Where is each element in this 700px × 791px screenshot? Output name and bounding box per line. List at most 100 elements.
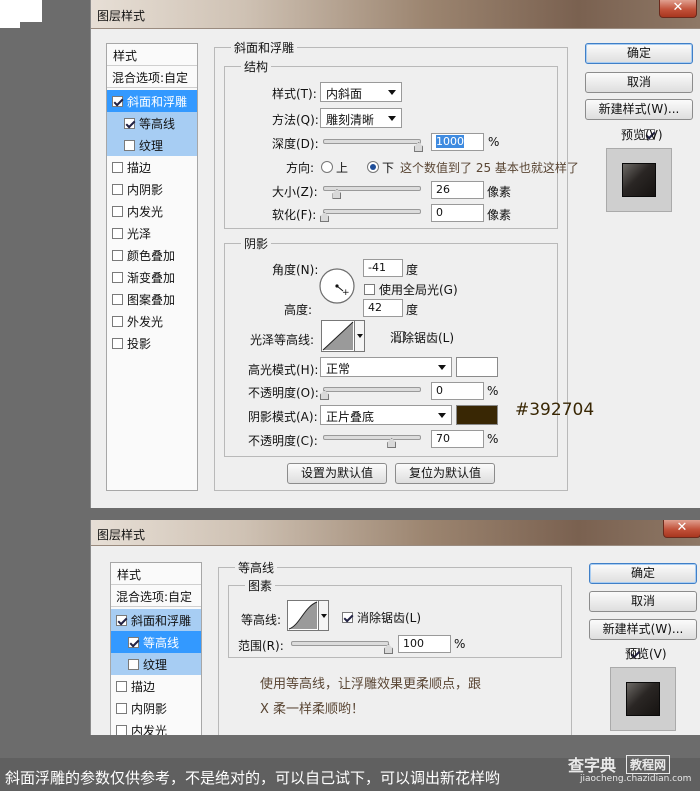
technique-select[interactable]: 雕刻清晰	[320, 108, 402, 128]
angle-dial[interactable]: +	[318, 267, 356, 305]
item-label: 投影	[127, 337, 152, 351]
checkbox[interactable]	[128, 659, 139, 670]
style-item-satin[interactable]: 光泽	[107, 222, 197, 244]
shadow-opacity-slider[interactable]	[323, 435, 421, 448]
checkbox[interactable]	[128, 637, 139, 648]
group-title: 阴影	[241, 235, 272, 252]
gloss-contour-label: 光泽等高线:	[250, 333, 315, 347]
ok-button[interactable]: 确定	[589, 563, 697, 584]
soften-slider[interactable]	[320, 209, 421, 222]
depth-value: 1000	[436, 135, 464, 148]
make-default-button[interactable]: 设置为默认值	[287, 463, 387, 484]
shadow-opacity-field[interactable]: 70	[431, 430, 484, 448]
global-light-checkbox[interactable]	[364, 284, 375, 295]
range-slider[interactable]	[291, 641, 393, 654]
style-item-texture[interactable]: 纹理	[107, 134, 197, 156]
checkbox[interactable]	[112, 294, 123, 305]
checkbox[interactable]	[116, 725, 127, 735]
highlight-opacity-slider[interactable]	[320, 387, 421, 400]
style-item-contour[interactable]: 等高线	[107, 112, 197, 134]
new-style-button[interactable]: 新建样式(W)...	[585, 99, 693, 120]
item-label: 内发光	[131, 724, 168, 735]
checkbox[interactable]	[112, 250, 123, 261]
altitude-field[interactable]: 42	[363, 299, 403, 317]
checkbox[interactable]	[112, 184, 123, 195]
styles-header: 样式	[107, 44, 197, 66]
direction-up-radio[interactable]	[321, 161, 333, 173]
highlight-opacity-field[interactable]: 0	[431, 382, 484, 400]
gloss-contour-dropdown[interactable]	[355, 320, 365, 352]
style-item-contour[interactable]: 等高线	[111, 631, 201, 653]
shadow-mode-select[interactable]: 正片叠底	[320, 405, 452, 425]
title-bar[interactable]: 图层样式 ✕	[91, 520, 700, 546]
direction-down-radio[interactable]	[367, 161, 379, 173]
checkbox[interactable]	[112, 338, 123, 349]
checkbox[interactable]	[116, 703, 127, 714]
shadow-color-swatch[interactable]	[456, 405, 498, 425]
depth-slider[interactable]	[323, 139, 424, 152]
group-title: 斜面和浮雕	[231, 39, 298, 56]
cancel-button[interactable]: 取消	[589, 591, 697, 612]
style-item-inner-glow[interactable]: 内发光	[107, 200, 197, 222]
new-style-button[interactable]: 新建样式(W)...	[589, 619, 697, 640]
direction-label: 方向:	[286, 161, 315, 175]
close-button[interactable]: ✕	[663, 520, 700, 538]
checkbox[interactable]	[112, 228, 123, 239]
ok-button[interactable]: 确定	[585, 43, 693, 64]
item-label: 内阴影	[131, 702, 168, 716]
checkbox[interactable]	[112, 316, 123, 327]
cancel-button[interactable]: 取消	[585, 72, 693, 93]
soften-field[interactable]: 0	[431, 204, 484, 222]
close-button[interactable]: ✕	[659, 0, 697, 18]
depth-field[interactable]: 1000	[431, 133, 484, 151]
group-title: 图素	[245, 577, 276, 594]
watermark-url: jiaocheng.chazidian.com	[580, 774, 692, 784]
contour-preview-icon	[288, 601, 318, 630]
watermark-brand: 查字典	[568, 756, 617, 775]
slider-thumb[interactable]	[332, 189, 342, 199]
style-item-texture[interactable]: 纹理	[111, 653, 201, 675]
style-item-inner-shadow[interactable]: 内阴影	[107, 178, 197, 200]
style-item-drop-shadow[interactable]: 投影	[107, 332, 197, 354]
style-item-bevel[interactable]: 斜面和浮雕	[111, 609, 201, 631]
title-bar[interactable]: 图层样式 ✕	[91, 0, 700, 29]
shadow-mode-label: 阴影模式(A):	[248, 410, 318, 424]
style-item-bevel[interactable]: 斜面和浮雕	[107, 90, 197, 112]
gloss-contour-picker[interactable]	[321, 320, 355, 352]
checkbox[interactable]	[124, 118, 135, 129]
style-item-stroke[interactable]: 描边	[107, 156, 197, 178]
checkbox[interactable]	[112, 162, 123, 173]
soften-label: 软化(F):	[272, 208, 317, 222]
style-preview	[610, 667, 676, 731]
contour-picker[interactable]	[287, 600, 319, 631]
style-item-gradient-overlay[interactable]: 渐变叠加	[107, 266, 197, 288]
reset-default-button[interactable]: 复位为默认值	[395, 463, 495, 484]
blend-options-item[interactable]: 混合选项:自定	[111, 585, 201, 607]
style-item-stroke[interactable]: 描边	[111, 675, 201, 697]
size-field[interactable]: 26	[431, 181, 484, 199]
size-slider[interactable]	[323, 186, 421, 199]
style-item-pattern-overlay[interactable]: 图案叠加	[107, 288, 197, 310]
highlight-mode-select[interactable]: 正常	[320, 357, 452, 377]
slider-thumb[interactable]	[387, 438, 397, 448]
checkbox[interactable]	[112, 272, 123, 283]
style-select[interactable]: 内斜面	[320, 82, 402, 102]
checkbox[interactable]	[116, 615, 127, 626]
highlight-color-swatch[interactable]	[456, 357, 498, 377]
angle-field[interactable]: -41	[363, 259, 403, 277]
unit: %	[488, 135, 500, 149]
range-field[interactable]: 100	[398, 635, 451, 653]
checkbox[interactable]	[112, 206, 123, 217]
checkbox[interactable]	[116, 681, 127, 692]
blend-options-item[interactable]: 混合选项:自定	[107, 66, 197, 88]
item-label: 渐变叠加	[127, 271, 176, 285]
style-item-outer-glow[interactable]: 外发光	[107, 310, 197, 332]
checkbox[interactable]	[124, 140, 135, 151]
antialias-checkbox[interactable]	[342, 612, 353, 623]
style-item-color-overlay[interactable]: 颜色叠加	[107, 244, 197, 266]
checkbox[interactable]	[112, 96, 123, 107]
contour-annotation-line2: X 柔一样柔顺哟！	[260, 702, 365, 717]
style-item-inner-shadow[interactable]: 内阴影	[111, 697, 201, 719]
style-item-inner-glow[interactable]: 内发光	[111, 719, 201, 735]
contour-dropdown[interactable]	[319, 600, 329, 631]
